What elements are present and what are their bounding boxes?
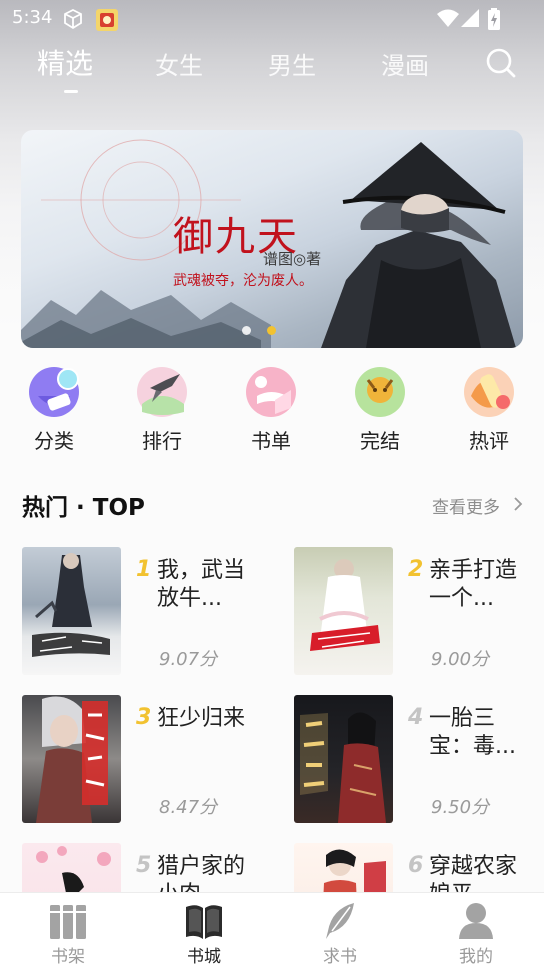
book-score: 9.50分 — [431, 797, 490, 818]
quick-nav-booklist-label: 书单 — [251, 429, 291, 453]
book-cover — [294, 547, 393, 675]
book-card[interactable]: 1 我，武当放牛... 9.07分 — [22, 547, 272, 677]
status-bar: 5:34 — [0, 0, 544, 36]
quick-nav-completed[interactable]: 完结 — [340, 366, 420, 454]
book-cover-art — [36, 696, 108, 823]
banner-dot-1[interactable] — [242, 326, 251, 335]
quick-nav-ranking[interactable]: 排行 — [122, 366, 202, 454]
nav-profile-label: 我的 — [459, 947, 493, 967]
nav-bookshelf-label: 书架 — [51, 947, 85, 967]
book-cover — [294, 695, 393, 823]
wifi-icon — [437, 9, 459, 27]
book-title: 狂少归来 — [157, 706, 246, 731]
top-tabs: 精选 女生 男生 漫画 — [0, 40, 544, 100]
book-cover-art — [300, 712, 386, 823]
book-rank: 2 — [408, 557, 424, 582]
book-rank: 5 — [136, 853, 152, 878]
bookshelf-icon — [50, 905, 86, 939]
nav-bookstore[interactable]: 书城 — [164, 901, 244, 967]
book-score: 9.00分 — [431, 649, 490, 670]
tab-male[interactable]: 男生 — [268, 46, 316, 81]
ranking-icon — [137, 367, 187, 417]
quick-nav-hot-review-label: 热评 — [469, 429, 509, 453]
book-rank: 3 — [136, 705, 152, 730]
banner-dot-2-active[interactable] — [267, 326, 276, 335]
quick-nav-category-label: 分类 — [34, 429, 74, 453]
book-card[interactable]: 3 狂少归来 8.47分 — [22, 695, 272, 825]
bottom-nav: 书架 书城 求书 我的 — [0, 892, 544, 967]
book-card[interactable]: 2 亲手打造一个... 9.00分 — [294, 547, 544, 677]
banner-tagline: 武魂被夺，沦为废人。 — [173, 273, 313, 289]
nav-request-book-label: 求书 — [323, 947, 357, 967]
quick-nav-completed-label: 完结 — [360, 429, 400, 453]
tab-comics[interactable]: 漫画 — [381, 46, 429, 81]
nav-profile[interactable]: 我的 — [436, 901, 516, 967]
hot-review-icon — [464, 367, 514, 417]
book-rank: 4 — [408, 705, 424, 730]
nav-request-book[interactable]: 求书 — [300, 901, 380, 967]
book-cover — [22, 547, 121, 675]
quick-nav: 分类 排行 书单 完结 热评 — [0, 360, 544, 460]
book-score: 9.07分 — [159, 649, 218, 670]
see-more-link[interactable]: 查看更多 — [432, 493, 500, 518]
profile-icon — [459, 903, 493, 939]
book-rank: 1 — [136, 557, 152, 582]
booklist-icon — [246, 367, 296, 417]
status-time: 5:34 — [12, 7, 53, 28]
app-notification-icon — [96, 9, 118, 31]
tab-female[interactable]: 女生 — [155, 46, 203, 81]
book-cover-art — [32, 553, 110, 657]
cube-notification-icon — [64, 8, 82, 30]
quick-nav-ranking-label: 排行 — [142, 429, 182, 453]
banner-author: 谱图◎著 — [263, 250, 322, 268]
book-card[interactable]: 4 一胎三宝：毒... 9.50分 — [294, 695, 544, 825]
search-icon[interactable] — [484, 46, 518, 80]
nav-bookshelf[interactable]: 书架 — [28, 901, 108, 967]
active-tab-indicator — [64, 90, 78, 93]
bookstore-icon — [186, 905, 222, 939]
book-score: 8.47分 — [159, 797, 218, 818]
signal-icon — [461, 9, 479, 27]
battery-charging-icon — [488, 8, 500, 30]
book-rank: 6 — [408, 853, 424, 878]
nav-bookstore-label: 书城 — [187, 947, 221, 967]
quick-nav-hot-review[interactable]: 热评 — [449, 366, 529, 454]
chevron-right-icon[interactable] — [512, 495, 524, 513]
promo-banner[interactable]: 御九天 谱图◎著 武魂被夺，沦为废人。 — [21, 130, 523, 348]
banner-pagination — [242, 326, 282, 336]
quick-nav-booklist[interactable]: 书单 — [231, 366, 311, 454]
category-icon — [29, 367, 79, 417]
tab-featured[interactable]: 精选 — [37, 42, 93, 82]
quick-nav-category[interactable]: 分类 — [14, 366, 94, 454]
book-title: 亲手打造一个... — [429, 558, 518, 611]
book-cover-art — [310, 559, 380, 651]
book-title: 我，武当放牛... — [157, 558, 246, 611]
book-title: 一胎三宝：毒... — [429, 706, 516, 759]
book-cover — [22, 695, 121, 823]
section-title: 热门 · TOP — [22, 495, 145, 521]
request-book-icon — [326, 903, 354, 939]
completed-icon — [355, 367, 405, 417]
